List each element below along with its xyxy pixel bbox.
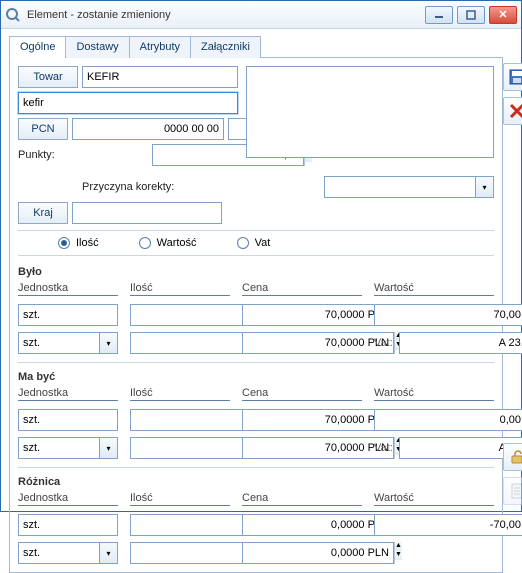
- roznica-title: Różnica: [18, 476, 494, 488]
- bylo-r2-unit[interactable]: [18, 332, 100, 354]
- mabyc-r1-wartosc[interactable]: [374, 409, 522, 431]
- x-icon: [509, 103, 522, 119]
- minimize-button[interactable]: [425, 6, 453, 24]
- bylo-r1-cena[interactable]: [242, 304, 394, 326]
- lock-open-icon: [509, 449, 522, 465]
- mabyc-r1-cena[interactable]: [242, 409, 394, 431]
- hdr-jednostka-3: Jednostka: [18, 492, 118, 506]
- mode-radios: Ilość Wartość Vat: [18, 230, 494, 256]
- bylo-r2-cena[interactable]: [242, 332, 394, 354]
- hdr-cena-3: Cena: [242, 492, 362, 506]
- tabs: Ogólne Dostawy Atrybuty Załączniki: [9, 35, 503, 58]
- roznica-r1-cena[interactable]: [242, 514, 394, 536]
- roznica-r2-cena-spin[interactable]: ▲▼: [394, 542, 402, 564]
- roznica-r1-unit[interactable]: [18, 514, 118, 536]
- floppy-icon: [508, 68, 522, 86]
- roznica-r1-wartosc[interactable]: [374, 514, 522, 536]
- lock-button[interactable]: [503, 443, 522, 471]
- mabyc-r2-unit-drop[interactable]: ▾: [100, 437, 118, 459]
- hdr-wartosc-2: Wartość: [374, 387, 494, 401]
- titlebar: Element - zostanie zmieniony ✕: [1, 1, 521, 29]
- hdr-ilosc-3: Ilość: [130, 492, 230, 506]
- mabyc-r2-cena[interactable]: [242, 437, 394, 459]
- przyczyna-label: Przyczyna korekty:: [82, 181, 174, 193]
- bylo-r1-wartosc[interactable]: [374, 304, 522, 326]
- tab-ogolne[interactable]: Ogólne: [9, 36, 66, 58]
- mabyc-vat-label: Vat:: [374, 442, 397, 454]
- mabyc-r2-unit[interactable]: [18, 437, 100, 459]
- tab-zalaczniki[interactable]: Załączniki: [190, 36, 261, 58]
- roznica-r2-cena[interactable]: [242, 542, 394, 564]
- radio-vat[interactable]: Vat: [237, 237, 271, 249]
- kraj-button[interactable]: Kraj: [18, 202, 68, 224]
- pcn-button[interactable]: PCN: [18, 118, 68, 140]
- document-button[interactable]: [503, 477, 522, 505]
- bylo-r1-unit[interactable]: [18, 304, 118, 326]
- mabyc-title: Ma być: [18, 371, 494, 383]
- tab-atrybuty[interactable]: Atrybuty: [129, 36, 191, 58]
- bylo-title: Było: [18, 266, 494, 278]
- app-icon: [5, 7, 21, 23]
- bylo-vat-label: Vat:: [374, 337, 397, 349]
- hdr-ilosc: Ilość: [130, 282, 230, 296]
- roznica-r2-unit[interactable]: [18, 542, 100, 564]
- radio-wartosc[interactable]: Wartość: [139, 237, 197, 249]
- przyczyna-combo[interactable]: [324, 176, 476, 198]
- maximize-button[interactable]: [457, 6, 485, 24]
- window: Element - zostanie zmieniony ✕ Ogólne Do…: [0, 0, 522, 512]
- panel-ogolne: Towar PCN Punkty:: [9, 58, 503, 573]
- hdr-cena-2: Cena: [242, 387, 362, 401]
- save-button[interactable]: [503, 63, 522, 91]
- hdr-ilosc-2: Ilość: [130, 387, 230, 401]
- przyczyna-drop[interactable]: ▾: [476, 176, 494, 198]
- pcn-field[interactable]: [72, 118, 224, 140]
- document-icon: [510, 483, 522, 499]
- cancel-button[interactable]: [503, 97, 522, 125]
- roznica-r2-unit-drop[interactable]: ▾: [100, 542, 118, 564]
- hdr-jednostka-2: Jednostka: [18, 387, 118, 401]
- radio-ilosc[interactable]: Ilość: [58, 237, 99, 249]
- hdr-wartosc-3: Wartość: [374, 492, 494, 506]
- towar-field[interactable]: [82, 66, 238, 88]
- towar-button[interactable]: Towar: [18, 66, 78, 88]
- hdr-cena: Cena: [242, 282, 362, 296]
- search-input[interactable]: [18, 92, 238, 114]
- hdr-jednostka: Jednostka: [18, 282, 118, 296]
- window-title: Element - zostanie zmieniony: [27, 9, 425, 21]
- bylo-r2-unit-drop[interactable]: ▾: [100, 332, 118, 354]
- hdr-wartosc: Wartość: [374, 282, 494, 296]
- punkty-label: Punkty:: [18, 149, 68, 161]
- description-box[interactable]: [246, 66, 494, 158]
- tab-dostawy[interactable]: Dostawy: [65, 36, 129, 58]
- kraj-field[interactable]: [72, 202, 222, 224]
- mabyc-r1-unit[interactable]: [18, 409, 118, 431]
- close-button[interactable]: ✕: [489, 6, 517, 24]
